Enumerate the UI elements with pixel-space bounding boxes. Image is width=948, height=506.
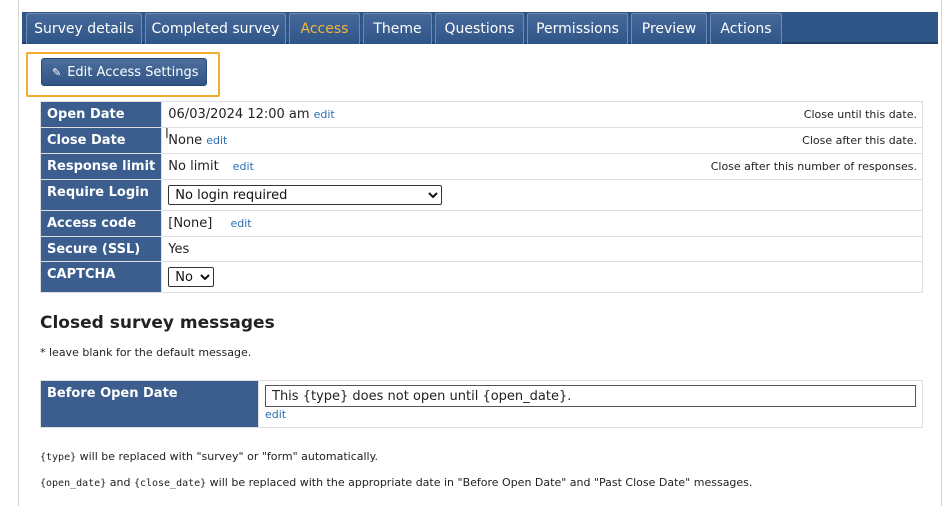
footnote-close-date-code: {close_date} [133,478,207,489]
before-open-date-label: Before Open Date [40,380,259,428]
require-login-label: Require Login [39,179,163,211]
footnote-type: {type} will be replaced with "survey" or… [40,450,378,463]
row-response-limit: Response limit No limit edit Close after… [39,153,923,180]
closed-messages-hint: * leave blank for the default message. [40,346,252,359]
response-limit-note: Close after this number of responses. [710,160,917,173]
open-date-value: 06/03/2024 12:00 am [168,107,310,122]
access-code-value: [None] [168,216,213,231]
footnote-dates: {open_date} and {close_date} will be rep… [40,476,752,489]
row-secure: Secure (SSL) Yes [39,236,923,262]
tab-label: Completed survey [151,21,280,37]
closed-messages-table: Before Open Date edit [40,380,923,428]
tab-label: Theme [373,21,422,37]
tab-label: Questions [444,21,515,37]
tab-label: Access [300,21,349,37]
close-date-label: Close Date [39,127,163,154]
tab-actions[interactable]: Actions [710,13,782,44]
tab-label: Actions [720,21,772,37]
require-login-select[interactable]: No login required [168,185,443,205]
row-access-code: Access code [None] edit [39,210,923,237]
open-date-cell: 06/03/2024 12:00 am edit Close until thi… [161,101,923,128]
open-date-note: Close until this date. [803,108,917,121]
response-limit-cell: No limit edit Close after this number of… [161,153,923,180]
tab-completed-survey[interactable]: Completed survey [145,13,286,44]
tab-survey-details[interactable]: Survey details [26,13,142,44]
tab-preview[interactable]: Preview [631,13,707,44]
footnote-and: and [106,476,134,489]
secure-value: Yes [161,236,923,262]
access-code-cell: [None] edit [161,210,923,237]
row-open-date: Open Date 06/03/2024 12:00 am edit Close… [39,101,923,128]
row-before-open-date: Before Open Date edit [40,380,923,428]
secure-label: Secure (SSL) [39,236,163,262]
tab-label: Survey details [34,21,134,37]
before-open-date-edit-link[interactable]: edit [265,408,286,421]
response-limit-edit-link[interactable]: edit [233,160,254,173]
row-captcha: CAPTCHA No [39,261,923,293]
access-code-edit-link[interactable]: edit [230,217,251,230]
before-open-date-input[interactable] [265,385,916,407]
open-date-edit-link[interactable]: edit [314,108,335,121]
close-date-edit-link[interactable]: edit [206,134,227,147]
close-date-cell: None edit Close after this date. [161,127,923,154]
row-close-date: Close Date None edit Close after this da… [39,127,923,154]
row-require-login: Require Login No login required [39,179,923,211]
require-login-cell: No login required [161,179,923,211]
access-settings-table: Open Date 06/03/2024 12:00 am edit Close… [39,101,923,293]
tab-label: Permissions [536,21,619,37]
response-limit-value: No limit [168,159,219,174]
tab-label: Preview [641,21,697,37]
captcha-label: CAPTCHA [39,261,163,293]
footnote-type-code: {type} [40,452,77,463]
captcha-select[interactable]: No [168,267,215,287]
footnote-type-text: will be replaced with "survey" or "form"… [76,450,379,463]
tab-access[interactable]: Access [289,13,360,44]
response-limit-label: Response limit [39,153,163,180]
text-cursor-icon: I [165,127,169,142]
edit-access-settings-button[interactable]: ✎ Edit Access Settings [41,58,207,86]
before-open-date-cell: edit [258,380,923,428]
captcha-cell: No [161,261,923,293]
closed-messages-title: Closed survey messages [40,313,275,333]
tab-theme[interactable]: Theme [363,13,432,44]
tab-questions[interactable]: Questions [435,13,524,44]
close-date-note: Close after this date. [802,134,917,147]
footnote-dates-text: will be replaced with the appropriate da… [206,476,753,489]
close-date-value: None [168,133,203,148]
pencil-icon: ✎ [52,65,62,79]
footnote-open-date-code: {open_date} [40,478,107,489]
access-code-label: Access code [39,210,163,237]
open-date-label: Open Date [39,101,163,128]
tab-permissions[interactable]: Permissions [527,13,628,44]
edit-button-label: Edit Access Settings [67,64,199,80]
